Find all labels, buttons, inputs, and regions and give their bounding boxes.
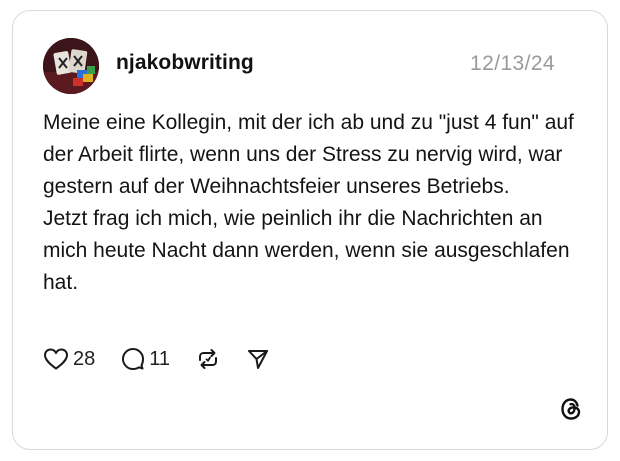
repost-button[interactable] [196,347,220,371]
avatar[interactable] [43,38,99,94]
action-bar: 28 11 [43,345,296,373]
heart-icon [43,347,69,371]
repost-icon [196,347,220,371]
post-paragraph: Jetzt frag ich mich, wie peinlich ihr di… [43,207,570,294]
post-text: Meine eine Kollegin, mit der ich ab und … [43,107,583,299]
comment-count: 11 [149,347,171,370]
threads-logo-icon [557,395,585,423]
post-paragraph: Meine eine Kollegin, mit der ich ab und … [43,111,574,198]
post-card: njakobwriting 12/13/24 Meine eine Kolleg… [12,10,608,450]
post-date: 12/13/24 [470,52,555,75]
like-count: 28 [73,347,96,370]
username[interactable]: njakobwriting [116,51,254,75]
comment-button[interactable]: 11 [121,347,170,371]
send-icon [246,347,270,371]
comment-icon [121,347,145,371]
like-button[interactable]: 28 [43,347,95,371]
share-button[interactable] [246,347,270,371]
